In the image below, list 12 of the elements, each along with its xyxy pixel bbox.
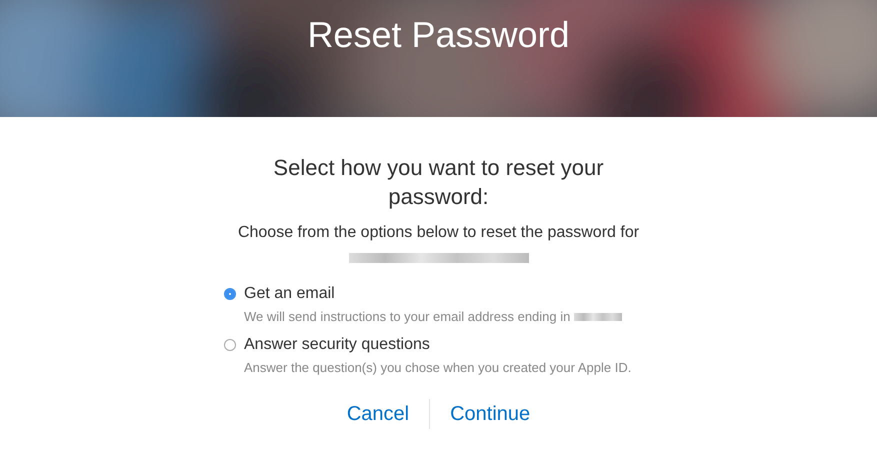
option-description: Answer the question(s) you chose when you created your Apple ID. bbox=[244, 359, 632, 377]
page-title: Reset Password bbox=[307, 14, 570, 56]
redacted-text-drawing bbox=[574, 312, 622, 320]
option-description: We will send instructions to your email address ending in bbox=[244, 308, 570, 326]
continue-button[interactable]: Continue bbox=[430, 400, 550, 428]
cancel-button[interactable]: Cancel bbox=[326, 400, 430, 428]
heading: Select how you want to reset your password: bbox=[272, 154, 605, 211]
option-label[interactable]: Get an email bbox=[244, 285, 634, 303]
radio-button[interactable] bbox=[224, 339, 236, 351]
intro-text: Choose from the options below to reset the password for bbox=[238, 223, 640, 243]
radio-button[interactable] bbox=[224, 288, 236, 300]
option-label[interactable]: Answer security questions bbox=[244, 336, 634, 354]
